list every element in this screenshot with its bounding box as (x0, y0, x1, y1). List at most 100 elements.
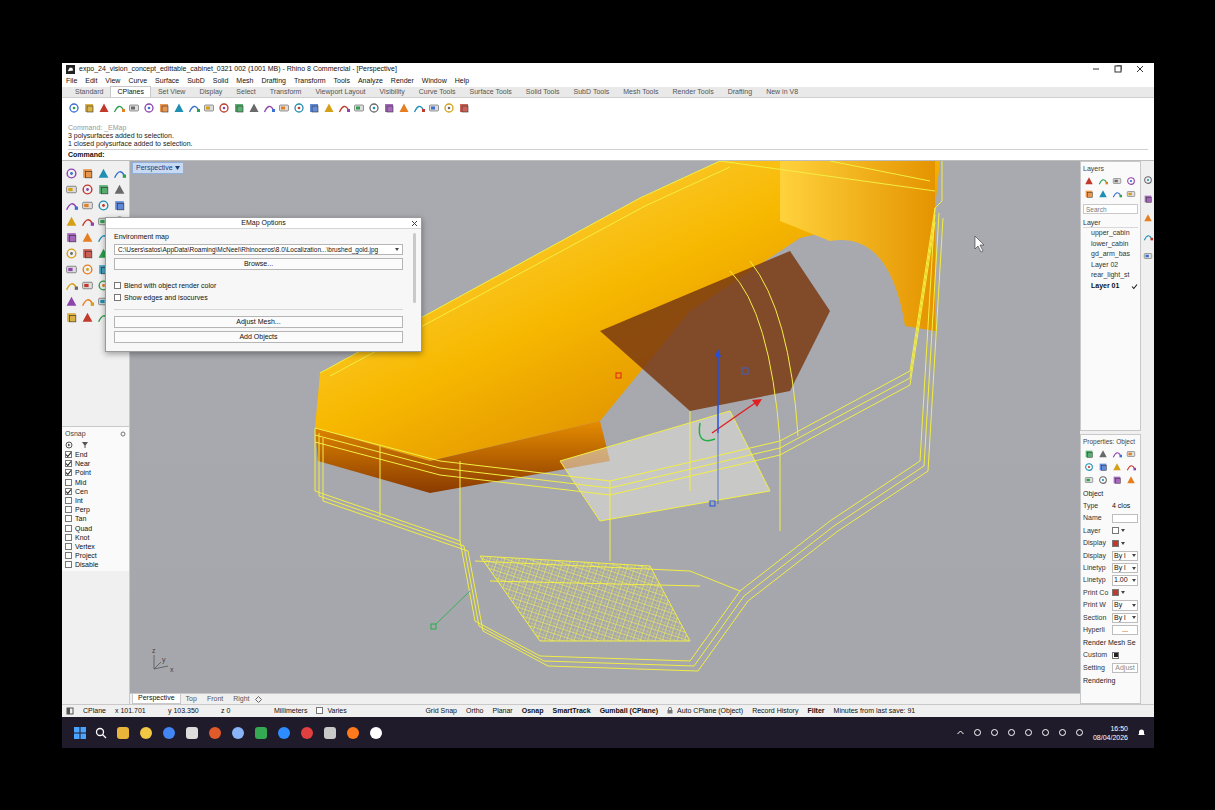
property-value[interactable]: 4 clos (1112, 502, 1138, 510)
tool-icon[interactable] (81, 263, 94, 276)
osnap-checkbox[interactable] (65, 552, 72, 559)
toggle-label[interactable]: Gumball (CPlane) (600, 707, 658, 715)
tool-icon[interactable] (113, 167, 126, 180)
layer-row[interactable]: rear_light_st (1083, 270, 1138, 281)
tool-icon[interactable] (1126, 176, 1136, 186)
osnap-option[interactable]: Tan (65, 514, 126, 523)
osnap-option[interactable]: Point (65, 468, 126, 477)
option-checkbox[interactable] (114, 282, 121, 289)
dropdown-icon[interactable] (175, 166, 180, 170)
app-icon[interactable] (139, 726, 153, 740)
app-icon[interactable] (277, 726, 291, 740)
tool-icon[interactable] (368, 102, 380, 114)
tool-icon[interactable] (68, 102, 80, 114)
menu-item[interactable]: Surface (155, 77, 179, 85)
tool-icon[interactable] (65, 247, 78, 260)
app-icon[interactable] (231, 726, 245, 740)
toolbar-tab[interactable]: Render Tools (666, 86, 721, 97)
tool-icon[interactable] (1126, 475, 1136, 485)
property-value[interactable] (1112, 652, 1138, 659)
tool-icon[interactable] (458, 102, 470, 114)
layer-value[interactable]: Varies (327, 707, 346, 715)
toggle-label[interactable]: Grid Snap (425, 707, 457, 715)
property-dropdown[interactable]: By l (1112, 551, 1138, 561)
app-icon[interactable] (254, 726, 268, 740)
tool-icon[interactable] (218, 102, 230, 114)
status-toggle[interactable]: SmartTrack (553, 707, 591, 715)
command-prompt[interactable]: Command: (68, 149, 1148, 160)
tool-icon[interactable] (1143, 251, 1153, 261)
tool-icon[interactable] (188, 102, 200, 114)
status-toggle[interactable]: Gumball (CPlane) (600, 707, 658, 715)
property-value[interactable] (1112, 514, 1138, 523)
color-swatch[interactable] (1112, 527, 1119, 534)
cplane-label[interactable]: CPlane (83, 707, 106, 715)
tool-icon[interactable] (1098, 475, 1108, 485)
status-toggle[interactable]: Grid Snap (425, 707, 457, 715)
tool-icon[interactable] (1112, 189, 1122, 199)
property-value[interactable]: Adjust (1112, 663, 1138, 673)
environment-map-select[interactable]: C:\Users\satos\AppData\Roaming\McNeel\Rh… (114, 244, 403, 255)
tool-icon[interactable] (1112, 475, 1122, 485)
osnap-option[interactable]: Vertex (65, 542, 126, 551)
tool-icon[interactable] (413, 102, 425, 114)
menu-item[interactable]: Mesh (236, 77, 253, 85)
toolbar-tab[interactable]: New in V8 (759, 86, 805, 97)
tool-icon[interactable] (97, 183, 110, 196)
tool-icon[interactable] (83, 102, 95, 114)
tool-icon[interactable] (65, 295, 78, 308)
scrollbar[interactable] (413, 233, 416, 303)
tool-icon[interactable] (81, 183, 94, 196)
tool-icon[interactable] (1084, 176, 1094, 186)
add-viewport-icon[interactable] (255, 696, 262, 703)
tool-icon[interactable] (428, 102, 440, 114)
search-icon[interactable] (95, 727, 107, 739)
layer-name[interactable]: upper_cabin (1091, 229, 1130, 237)
tool-icon[interactable] (81, 279, 94, 292)
status-toggle[interactable]: Planar (492, 707, 512, 715)
tool-icon[interactable] (1084, 189, 1094, 199)
tool-icon[interactable] (81, 231, 94, 244)
layer-name[interactable]: Layer 01 (1091, 282, 1119, 290)
menu-item[interactable]: Solid (213, 77, 229, 85)
osnap-option[interactable]: Quad (65, 524, 126, 533)
tool-icon[interactable] (398, 102, 410, 114)
tool-icon[interactable] (65, 279, 78, 292)
app-icon[interactable] (116, 726, 130, 740)
close-icon[interactable] (411, 220, 418, 227)
osnap-option[interactable]: Knot (65, 533, 126, 542)
status-toggle[interactable]: Record History (752, 707, 798, 715)
close-icon[interactable] (1136, 65, 1144, 73)
tool-icon[interactable] (97, 199, 110, 212)
dropdown-arrow[interactable] (1132, 616, 1136, 619)
menu-item[interactable]: Curve (128, 77, 147, 85)
app-icon[interactable] (162, 726, 176, 740)
layer-indicator[interactable]: Varies (316, 707, 416, 715)
tool-icon[interactable] (65, 167, 78, 180)
menu-item[interactable]: Transform (294, 77, 326, 85)
dropdown-arrow[interactable] (1132, 554, 1136, 557)
tool-icon[interactable] (65, 231, 78, 244)
tool-icon[interactable] (263, 102, 275, 114)
viewport-name[interactable]: Perspective (136, 164, 173, 172)
settings-icon[interactable] (65, 441, 73, 449)
tool-icon[interactable] (1143, 213, 1153, 223)
tray-icon[interactable] (973, 728, 982, 737)
tool-icon[interactable] (1126, 462, 1136, 472)
tool-icon[interactable] (1143, 194, 1153, 204)
viewport-tab[interactable]: Top (181, 695, 202, 703)
tool-icon[interactable] (1112, 176, 1122, 186)
layer-row[interactable]: Layer 02 (1083, 260, 1138, 271)
dropdown-arrow[interactable] (1132, 567, 1136, 570)
tray-icon[interactable] (1058, 728, 1067, 737)
osnap-option[interactable]: End (65, 450, 126, 459)
color-swatch[interactable] (1112, 540, 1119, 547)
tool-icon[interactable] (1098, 462, 1108, 472)
osnap-checkbox[interactable] (65, 543, 72, 550)
tool-icon[interactable] (443, 102, 455, 114)
tool-icon[interactable] (158, 102, 170, 114)
option-checkbox[interactable] (114, 294, 121, 301)
osnap-checkbox[interactable] (65, 488, 72, 495)
toggle-label[interactable]: Auto CPlane (Object) (677, 707, 743, 715)
tray-icon[interactable] (956, 728, 965, 737)
